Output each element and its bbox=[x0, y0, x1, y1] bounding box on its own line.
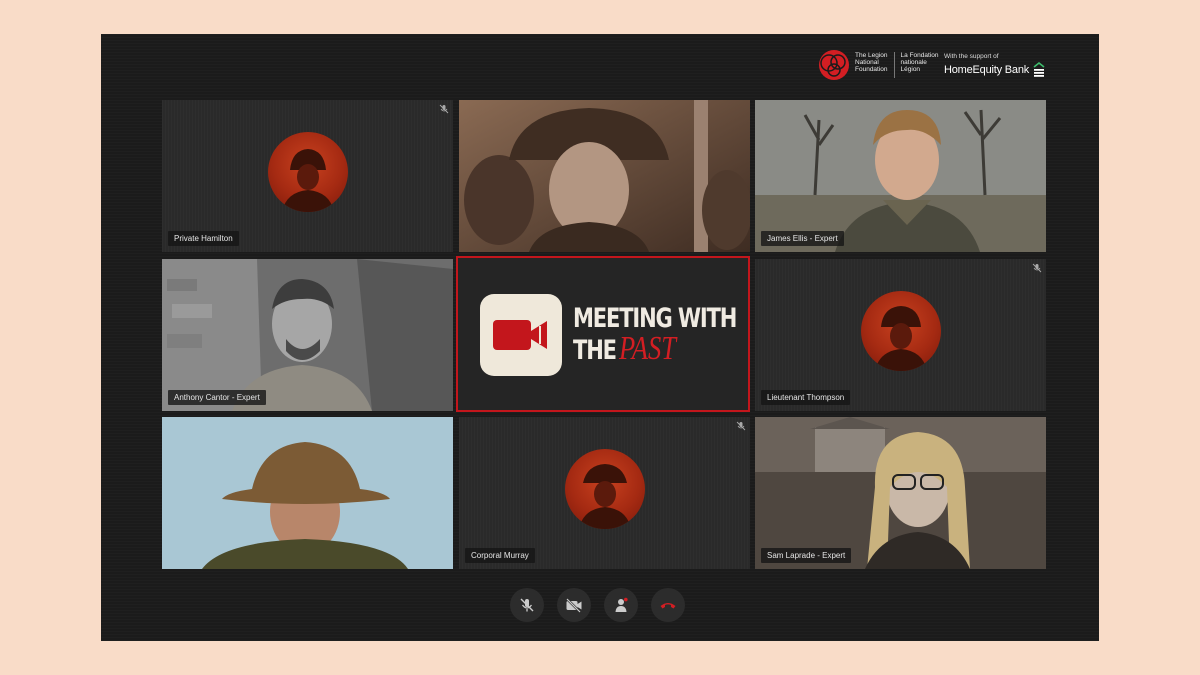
participant-video-tile[interactable]: Anthony Cantor - Expert bbox=[162, 259, 453, 411]
mic-muted-icon bbox=[1032, 263, 1042, 273]
participant-tile[interactable]: Private Hamilton bbox=[162, 100, 453, 252]
participant-name: Corporal Murray bbox=[465, 548, 535, 563]
bank-name: HomeEquity Bank bbox=[944, 63, 1030, 76]
participant-name: Sam Laprade - Expert bbox=[761, 548, 852, 563]
participants-icon bbox=[615, 597, 628, 612]
participant-tile[interactable]: Corporal Murray bbox=[459, 417, 750, 569]
participant-video-tile[interactable]: James Ellis - Expert bbox=[755, 100, 1046, 252]
participant-name: James Ellis - Expert bbox=[761, 231, 844, 246]
participant-name: Lieutenant Thompson bbox=[761, 390, 851, 405]
mic-muted-icon bbox=[439, 104, 449, 114]
end-call-button[interactable] bbox=[651, 588, 685, 622]
legion-branding: The Legion National Foundation La Fondat… bbox=[817, 48, 938, 82]
video-feed-expert bbox=[755, 100, 1046, 252]
legion-name-fr: La Fondation nationale Légion bbox=[900, 52, 939, 73]
end-call-icon bbox=[660, 603, 676, 609]
logo-the: THE bbox=[573, 335, 617, 366]
app-icon bbox=[480, 294, 562, 376]
participant-video-tile[interactable] bbox=[162, 417, 453, 569]
legion-name-en: The Legion National Foundation bbox=[855, 52, 888, 73]
soldier-avatar bbox=[860, 291, 941, 371]
support-text: With the support of bbox=[944, 52, 999, 60]
logo-past: PAST bbox=[618, 330, 676, 367]
participants-button[interactable] bbox=[604, 588, 638, 622]
meeting-with-the-past-logo-tile: MEETING WITH THE PAST bbox=[456, 256, 750, 412]
participant-video-tile[interactable] bbox=[459, 100, 750, 252]
camera-off-icon bbox=[566, 598, 582, 613]
mic-off-icon bbox=[520, 598, 534, 612]
soldier-avatar bbox=[267, 132, 348, 212]
participant-name: Anthony Cantor - Expert bbox=[168, 390, 266, 405]
legion-logo bbox=[817, 48, 851, 82]
brand-divider bbox=[893, 52, 895, 78]
video-feed-expert bbox=[162, 259, 453, 411]
bank-logo-icon bbox=[1033, 61, 1045, 77]
participant-video-tile[interactable]: Sam Laprade - Expert bbox=[755, 417, 1046, 569]
participant-name: Private Hamilton bbox=[168, 231, 239, 246]
participant-tile[interactable]: Lieutenant Thompson bbox=[755, 259, 1046, 411]
video-camera-icon bbox=[493, 320, 547, 350]
video-feed-expert bbox=[755, 417, 1046, 569]
video-feed-soldier bbox=[459, 100, 750, 252]
video-feed-soldier bbox=[162, 417, 453, 569]
call-controls bbox=[510, 588, 685, 622]
mic-muted-icon bbox=[736, 421, 746, 431]
mute-microphone-button[interactable] bbox=[510, 588, 544, 622]
soldier-avatar bbox=[564, 449, 645, 529]
video-call-window: The Legion National Foundation La Fondat… bbox=[101, 34, 1099, 641]
toggle-camera-button[interactable] bbox=[557, 588, 591, 622]
sponsor-branding: With the support of HomeEquity Bank bbox=[944, 48, 1045, 82]
